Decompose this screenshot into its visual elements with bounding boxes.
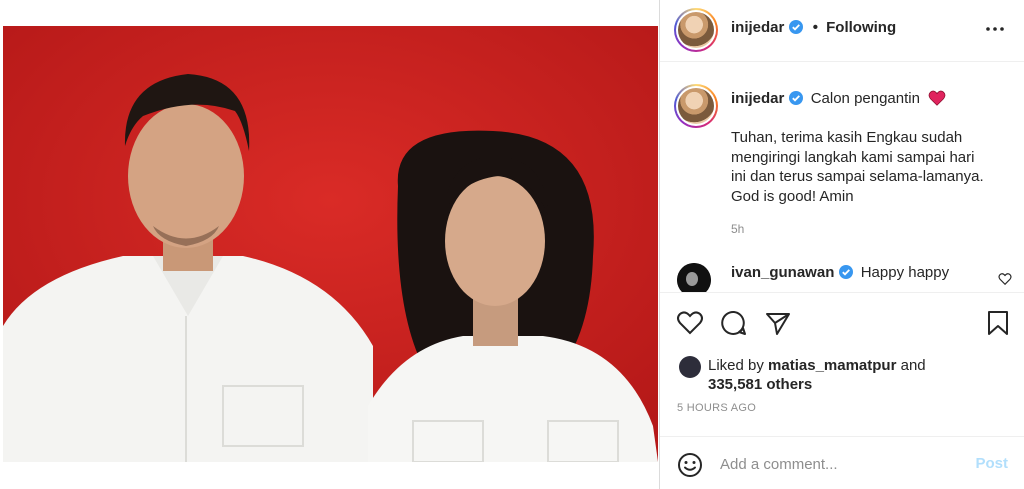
post-photo[interactable] — [3, 26, 658, 462]
author-username[interactable]: inijedar — [731, 19, 784, 36]
comment-icon[interactable] — [720, 309, 748, 337]
caption-time: 5h — [731, 222, 745, 236]
likes-others-count[interactable]: 335,581 others — [708, 376, 812, 393]
following-button[interactable]: Following — [826, 19, 896, 36]
caption-head: inijedar Calon pengantin — [731, 90, 946, 107]
caption-title: Calon pengantin — [810, 90, 920, 107]
post-photo-illustration — [3, 26, 658, 462]
post-media-pane — [0, 0, 660, 489]
liker-username[interactable]: matias_mamatpur — [768, 357, 896, 374]
liker-avatar[interactable] — [679, 356, 701, 378]
post-timestamp[interactable]: 5 HOURS AGO — [677, 402, 756, 414]
likes-prefix: Liked by — [708, 357, 764, 374]
comment-item: ivan_gunawan Happy happy — [660, 258, 1024, 293]
caption-avatar[interactable] — [674, 84, 718, 128]
post-header: inijedar • Following — [660, 0, 1024, 62]
comment-like-heart-icon[interactable] — [998, 272, 1012, 286]
verified-badge-icon — [788, 91, 803, 105]
emoji-icon[interactable] — [676, 451, 704, 479]
heart-icon[interactable] — [676, 309, 704, 337]
likes-conjunction: and — [900, 357, 926, 374]
commenter-avatar[interactable] — [677, 263, 711, 293]
comment-text: Happy happy — [860, 264, 950, 281]
post-sidebar: inijedar • Following inijedar Calon peng… — [660, 0, 1024, 489]
caption-body: Tuhan, terima kasih Engkau sudah mengiri… — [731, 129, 984, 205]
author-name-line: inijedar • Following — [731, 19, 896, 36]
comment-input[interactable] — [720, 451, 970, 477]
post-comment-button[interactable]: Post — [975, 455, 1008, 472]
action-bar — [660, 292, 1024, 357]
caption-username[interactable]: inijedar — [731, 90, 784, 107]
paper-plane-icon[interactable] — [764, 309, 792, 337]
likes-summary: Liked by matias_mamatpur and 335,581 oth… — [660, 352, 1024, 402]
red-heart-icon — [928, 90, 946, 106]
add-comment-bar: Post — [660, 436, 1024, 489]
verified-badge-icon — [838, 265, 853, 279]
caption-and-comments[interactable]: inijedar Calon pengantin Tuhan, terima k… — [660, 78, 1024, 293]
verified-badge-icon — [788, 20, 803, 34]
author-avatar[interactable] — [674, 8, 718, 52]
commenter-username[interactable]: ivan_gunawan — [731, 264, 834, 281]
bookmark-icon[interactable] — [984, 309, 1012, 337]
header-separator: • — [812, 19, 818, 36]
likes-text: Liked by matias_mamatpur and 335,581 oth… — [708, 356, 958, 394]
ellipsis-icon[interactable] — [984, 18, 1006, 40]
comment-head: ivan_gunawan Happy happy — [731, 264, 949, 281]
